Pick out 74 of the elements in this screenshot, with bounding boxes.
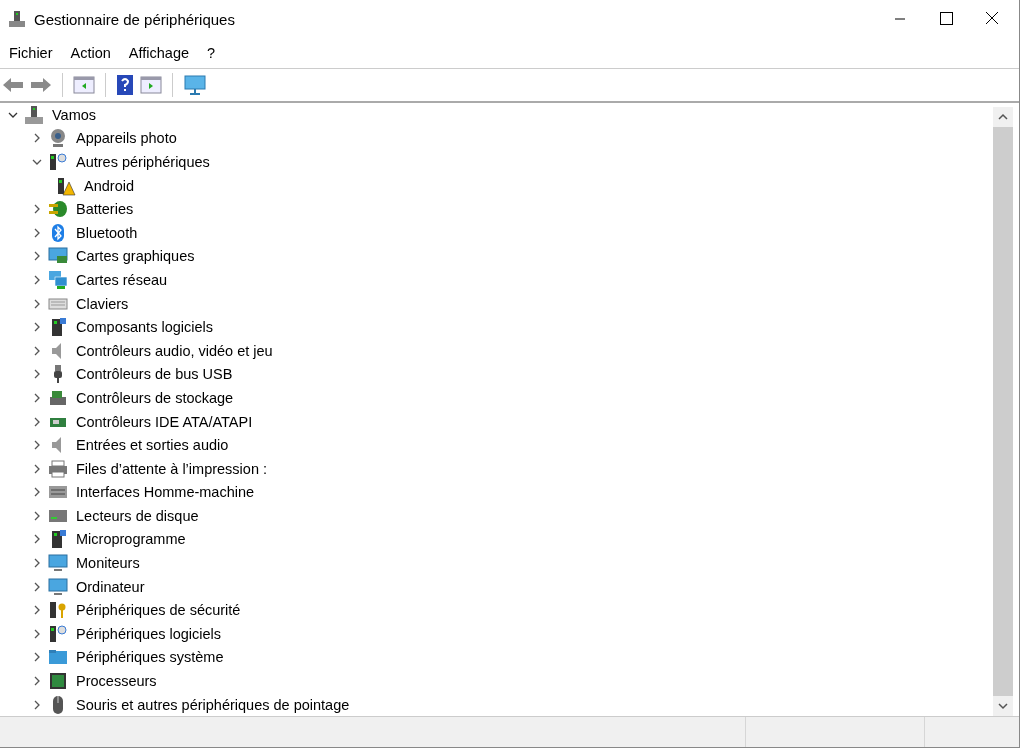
tree-item[interactable]: Processeurs	[74, 673, 159, 690]
expand-chevron-icon[interactable]	[32, 534, 42, 545]
tree-item[interactable]: Contrôleurs de bus USB	[74, 366, 235, 383]
expand-chevron-icon[interactable]	[32, 392, 42, 403]
tree-item[interactable]: Android	[82, 177, 136, 194]
tree-item[interactable]: Vamos	[50, 106, 99, 123]
tree-item[interactable]: Cartes réseau	[74, 271, 170, 288]
expand-chevron-icon[interactable]	[32, 581, 42, 592]
tree-item[interactable]: Périphériques système	[74, 649, 226, 666]
expand-chevron-icon[interactable]	[32, 510, 42, 521]
scan-monitor-icon[interactable]	[183, 74, 207, 96]
tree-item[interactable]: Bluetooth	[74, 224, 140, 241]
expand-chevron-icon[interactable]	[32, 133, 42, 144]
expand-chevron-icon[interactable]	[32, 699, 42, 710]
window-title: Gestionnaire de périphériques	[34, 10, 236, 28]
expand-chevron-icon[interactable]	[32, 298, 42, 309]
tree-item[interactable]: Composants logiciels	[74, 319, 215, 336]
expand-chevron-icon[interactable]	[32, 251, 42, 262]
tree-item[interactable]: Contrôleurs audio, vidéo et jeu	[74, 342, 275, 359]
expand-chevron-icon[interactable]	[32, 676, 42, 687]
expand-chevron-icon[interactable]	[32, 416, 42, 427]
tree-item[interactable]: Batteries	[74, 201, 136, 218]
device-icon	[48, 152, 68, 172]
menu-item[interactable]: Fichier	[2, 43, 60, 63]
expand-chevron-icon[interactable]	[32, 628, 42, 639]
expand-chevron-icon[interactable]	[32, 558, 42, 569]
collapse-chevron-icon[interactable]	[32, 157, 42, 167]
key-device-icon	[48, 600, 68, 621]
expand-chevron-icon[interactable]	[32, 274, 42, 285]
menu-item[interactable]: Action	[63, 43, 118, 63]
tree-item[interactable]: Interfaces Homme-machine	[74, 484, 257, 501]
expand-chevron-icon[interactable]	[32, 204, 42, 215]
properties-pane-icon[interactable]	[73, 75, 95, 95]
expand-chevron-icon[interactable]	[32, 487, 42, 498]
monitor-icon	[48, 553, 68, 574]
expand-chevron-icon[interactable]	[32, 605, 42, 616]
menu-item[interactable]: ?	[200, 43, 223, 63]
action-pane-icon[interactable]	[140, 75, 162, 95]
tree-item[interactable]: Cartes graphiques	[74, 248, 197, 265]
expand-chevron-icon[interactable]	[32, 345, 42, 356]
expand-chevron-icon[interactable]	[32, 369, 42, 380]
expand-chevron-icon[interactable]	[32, 652, 42, 663]
tree-item[interactable]: Périphériques logiciels	[74, 625, 224, 642]
computer-icon	[24, 104, 44, 125]
tree-item[interactable]: Files d’attente à l’impression :	[74, 460, 269, 477]
tree-item[interactable]: Contrôleurs IDE ATA/ATAPI	[74, 413, 255, 430]
monitor-icon	[48, 576, 68, 597]
tree-item[interactable]: Appareils photo	[74, 130, 179, 147]
expand-chevron-icon[interactable]	[32, 322, 42, 333]
tree-item[interactable]: Périphériques de sécurité	[74, 602, 243, 619]
forward-arrow-icon[interactable]	[30, 76, 52, 94]
help-icon[interactable]	[116, 74, 134, 96]
device-icon	[48, 623, 68, 644]
expand-chevron-icon[interactable]	[32, 463, 42, 474]
network-icon	[48, 269, 68, 290]
webcam-icon	[48, 128, 68, 149]
tree-item[interactable]: Moniteurs	[74, 555, 142, 572]
warning-device-icon	[56, 175, 76, 196]
tree-item[interactable]: Lecteurs de disque	[74, 507, 201, 524]
tree-item[interactable]: Souris et autres périphériques de pointage	[74, 696, 352, 713]
tree-item[interactable]: Autres périphériques	[74, 154, 212, 170]
battery-icon	[48, 199, 68, 220]
expand-chevron-icon[interactable]	[32, 440, 42, 451]
processor-icon	[48, 671, 68, 692]
printer-icon	[48, 458, 68, 479]
tree-item[interactable]: Entrées et sorties audio	[74, 437, 231, 454]
expand-chevron-icon[interactable]	[32, 227, 42, 238]
tree-item[interactable]: Microprogramme	[74, 531, 188, 548]
back-arrow-icon[interactable]	[2, 76, 24, 94]
menu-item[interactable]: Affichage	[121, 43, 197, 63]
tree-item[interactable]: Contrôleurs de stockage	[74, 389, 236, 406]
tree-item[interactable]: Ordinateur	[74, 578, 147, 595]
computer-tower-icon	[8, 10, 26, 28]
tree-item[interactable]: Claviers	[74, 295, 131, 312]
